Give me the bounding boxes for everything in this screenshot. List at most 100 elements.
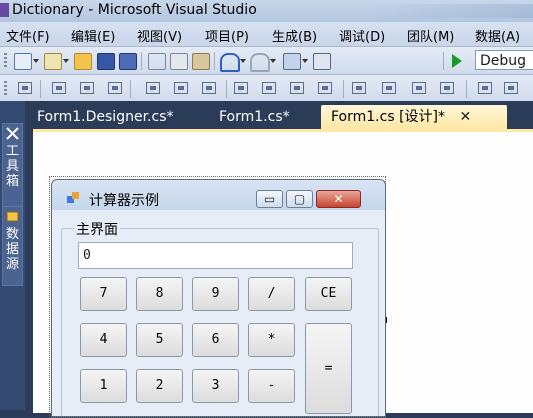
toolbar-separator (130, 80, 131, 98)
maximize-icon: ▢ (293, 192, 306, 206)
calc-button-8[interactable]: 8 (136, 277, 183, 311)
toolbox-label: 工具箱 (6, 144, 20, 189)
toolbar-grip[interactable] (4, 53, 7, 69)
menu-bar: 文件(F) 编辑(E) 视图(V) 项目(P) 生成(B) 调试(D) 团队(M… (0, 22, 533, 47)
menu-view[interactable]: 视图(V) (137, 26, 182, 45)
calc-button-multiply[interactable]: * (248, 323, 295, 357)
ide-title-bar: Dictionary - Microsoft Visual Studio (0, 0, 533, 22)
redo-icon[interactable] (250, 53, 270, 72)
tab-label: Form1.Designer.cs* (37, 109, 174, 125)
calc-button-clear[interactable]: CE (305, 277, 352, 311)
chevron-down-icon[interactable] (63, 59, 69, 63)
toolbox-tab[interactable]: 工具箱 (2, 123, 23, 219)
vertical-spacing-icon[interactable] (478, 82, 492, 94)
save-icon[interactable] (97, 53, 115, 70)
calc-button-9[interactable]: 9 (192, 277, 239, 311)
tab-label: Form1.cs* (219, 109, 290, 125)
align-lefts-icon[interactable] (52, 82, 66, 94)
make-same-width-icon[interactable] (234, 82, 248, 94)
datasource-icon (6, 211, 19, 222)
save-all-icon[interactable] (119, 53, 137, 70)
horizontal-spacing-icon[interactable] (352, 82, 366, 94)
tab-form1-cs[interactable]: Form1.cs* (209, 105, 300, 129)
tab-form1-designer-cs[interactable]: Form1.Designer.cs* (27, 105, 184, 129)
decrease-hspacing-icon[interactable] (412, 82, 426, 94)
designer-surface[interactable]: 计算器示例 ▭ ▢ ✕ 主界面 0 7 8 9 / CE 4 5 6 * = 1… (33, 129, 533, 418)
calc-button-subtract[interactable]: - (248, 369, 295, 403)
start-icon[interactable] (452, 54, 462, 68)
calculator-form[interactable]: 计算器示例 ▭ ▢ ✕ 主界面 0 7 8 9 / CE 4 5 6 * = 1… (51, 179, 386, 417)
document-tab-strip: Form1.Designer.cs* Form1.cs* Form1.cs [设… (25, 101, 533, 129)
form-icon (67, 192, 79, 203)
find-icon[interactable] (313, 53, 331, 70)
solution-config-select[interactable]: Debug (475, 50, 533, 70)
group-box-label: 主界面 (74, 219, 120, 239)
title-bar-fill (372, 4, 533, 18)
copy-icon[interactable] (170, 53, 188, 70)
size-to-grid-icon[interactable] (318, 82, 332, 94)
navigate-icon[interactable] (283, 53, 301, 70)
align-tops-icon[interactable] (146, 82, 160, 94)
close-icon[interactable]: ✕ (459, 109, 471, 125)
toolbar-separator (226, 80, 227, 98)
make-same-size-icon[interactable] (290, 82, 304, 94)
menu-edit[interactable]: 编辑(E) (71, 26, 115, 45)
toolbar-separator (443, 52, 444, 70)
toolbar-separator (40, 80, 41, 98)
menu-team[interactable]: 团队(M) (407, 26, 454, 45)
new-project-icon[interactable] (14, 53, 32, 70)
add-item-icon[interactable] (44, 53, 62, 70)
remove-hspacing-icon[interactable] (440, 82, 454, 94)
increase-vspacing-icon[interactable] (504, 82, 518, 94)
menu-build[interactable]: 生成(B) (272, 26, 317, 45)
datasource-label: 数据源 (6, 227, 20, 272)
toolbox-icon (6, 127, 19, 140)
tab-form1-design[interactable]: Form1.cs [设计]* ✕ (321, 105, 507, 129)
calc-button-6[interactable]: 6 (192, 323, 239, 357)
paste-icon[interactable] (192, 53, 210, 70)
minimize-icon: ▭ (263, 192, 276, 206)
calc-button-3[interactable]: 3 (192, 369, 239, 403)
form-title: 计算器示例 (89, 193, 159, 209)
cut-icon[interactable] (148, 53, 166, 70)
datasource-tab[interactable]: 数据源 (2, 206, 23, 286)
calc-button-4[interactable]: 4 (80, 323, 127, 357)
align-rights-icon[interactable] (108, 82, 122, 94)
menu-debug[interactable]: 调试(D) (339, 26, 385, 45)
chevron-down-icon[interactable] (270, 59, 276, 63)
align-grid-icon[interactable] (18, 82, 32, 94)
calc-button-1[interactable]: 1 (80, 369, 127, 403)
minimize-button[interactable]: ▭ (256, 190, 283, 208)
menu-data[interactable]: 数据(A) (475, 26, 520, 45)
calculator-display[interactable]: 0 (78, 242, 353, 269)
maximize-button[interactable]: ▢ (286, 190, 313, 208)
chevron-down-icon[interactable] (33, 59, 39, 63)
make-same-height-icon[interactable] (262, 82, 276, 94)
align-centers-icon[interactable] (80, 82, 94, 94)
align-middles-icon[interactable] (174, 82, 188, 94)
calc-button-2[interactable]: 2 (136, 369, 183, 403)
close-icon: ✕ (333, 192, 344, 206)
align-bottoms-icon[interactable] (202, 82, 216, 94)
toolbar-grip[interactable] (4, 81, 7, 97)
calc-button-7[interactable]: 7 (80, 277, 127, 311)
calc-button-equals[interactable]: = (305, 323, 352, 414)
menu-project[interactable]: 项目(P) (205, 26, 249, 45)
close-button[interactable]: ✕ (316, 190, 361, 208)
chevron-down-icon[interactable] (302, 59, 308, 63)
chevron-down-icon[interactable] (240, 59, 246, 63)
calc-button-divide[interactable]: / (248, 277, 295, 311)
increase-hspacing-icon[interactable] (382, 82, 396, 94)
toolbar-separator (343, 80, 344, 98)
standard-toolbar: Debug (0, 47, 533, 75)
menu-file[interactable]: 文件(F) (6, 26, 50, 45)
window-title: Dictionary - Microsoft Visual Studio (12, 2, 257, 18)
toolbar-separator (141, 52, 142, 70)
side-panel: 工具箱 数据源 (0, 101, 25, 410)
layout-toolbar (0, 75, 533, 102)
visual-studio-icon (0, 3, 9, 17)
tab-label: Form1.cs [设计]* (331, 109, 445, 125)
undo-icon[interactable] (220, 53, 240, 72)
calc-button-5[interactable]: 5 (136, 323, 183, 357)
open-icon[interactable] (74, 53, 92, 70)
